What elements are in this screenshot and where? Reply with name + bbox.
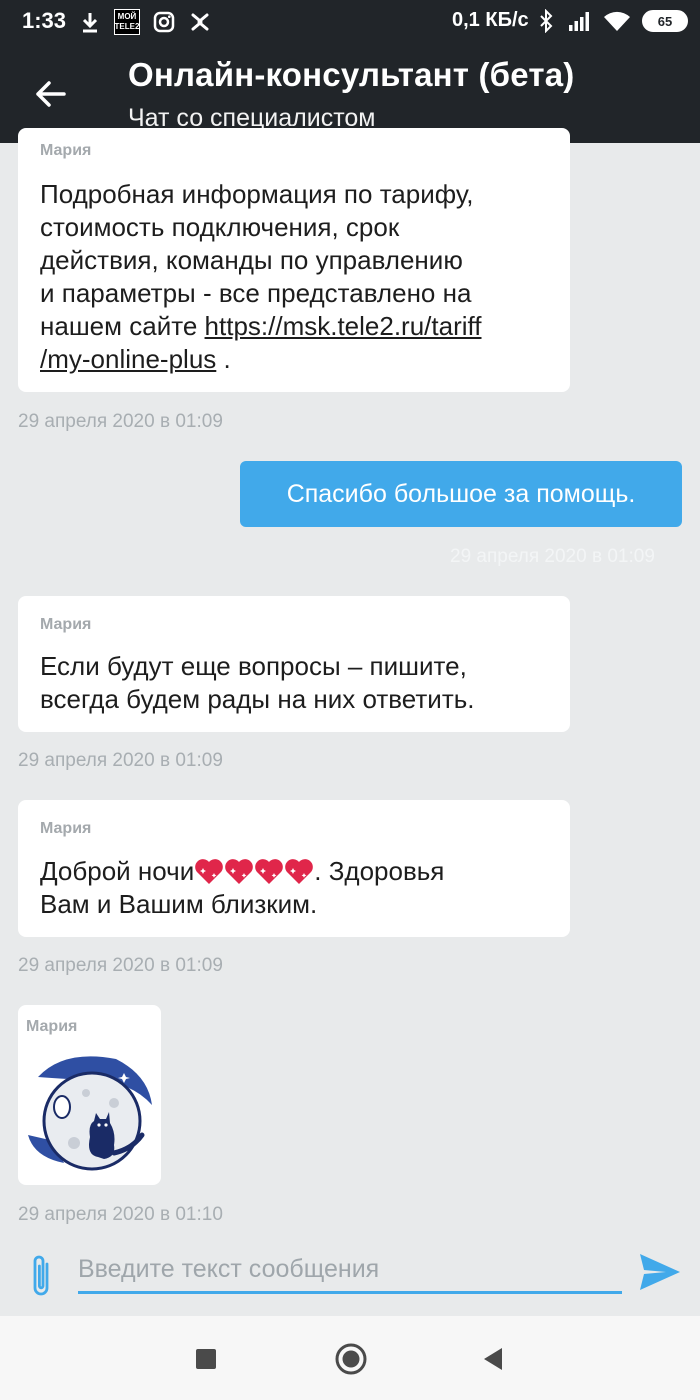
status-time: 1:33 bbox=[22, 8, 67, 33]
message-text: Доброй ночи . Здоровья Вам и Вашим близки… bbox=[40, 855, 552, 921]
send-icon[interactable] bbox=[638, 1252, 682, 1292]
top-bar: 1:33 МОЙ TELE2 0,1 КБ/с 65 Онлайн-консул… bbox=[0, 0, 700, 143]
bluetooth-icon bbox=[534, 9, 558, 33]
message-line: Вам и Вашим близким. bbox=[40, 889, 318, 919]
tariff-link[interactable]: https://msk.tele2.ru/tariff bbox=[205, 311, 482, 341]
status-bar: 1:33 МОЙ TELE2 0,1 КБ/с 65 bbox=[0, 0, 700, 44]
message-line: всегда будем рады на них ответить. bbox=[40, 684, 475, 714]
message-sender: Мария bbox=[26, 1018, 78, 1035]
home-button[interactable] bbox=[334, 1342, 368, 1376]
system-navigation-bar bbox=[0, 1316, 700, 1400]
message-timestamp: 29 апреля 2020 в 01:10 bbox=[18, 1204, 223, 1225]
wifi-icon bbox=[602, 9, 632, 33]
sparkling-heart-icon bbox=[225, 859, 254, 884]
app-shortcut-icon bbox=[188, 10, 212, 34]
message-timestamp: 29 апреля 2020 в 01:09 bbox=[18, 955, 223, 976]
message-text: Подробная информация по тарифу, стоимост… bbox=[40, 178, 552, 376]
message-line: /my-online-plus . bbox=[40, 343, 552, 376]
message-text-part: . Здоровья bbox=[314, 856, 445, 886]
recents-button[interactable] bbox=[195, 1348, 217, 1370]
sparkling-heart-icon bbox=[195, 859, 224, 884]
outgoing-message: Спасибо большое за помощь. bbox=[240, 461, 682, 527]
message-line: стоимость подключения, срок bbox=[40, 212, 400, 242]
instagram-icon bbox=[152, 10, 176, 34]
back-button[interactable] bbox=[30, 74, 70, 114]
message-input[interactable] bbox=[78, 1252, 622, 1294]
network-speed: 0,1 КБ/с bbox=[452, 9, 529, 31]
message-text: Если будут еще вопросы – пишите, всегда … bbox=[40, 650, 552, 716]
message-text-part: . bbox=[216, 344, 231, 374]
status-icons-right: 65 bbox=[534, 9, 688, 33]
cat-on-moon-sticker[interactable] bbox=[24, 1045, 158, 1177]
message-line: и параметры - все представлено на bbox=[40, 278, 472, 308]
message-sender: Мария bbox=[40, 142, 92, 159]
incoming-message: Мария Если будут еще вопросы – пишите, в… bbox=[18, 596, 570, 732]
message-sender: Мария bbox=[40, 820, 92, 837]
tele2-app-icon: МОЙ TELE2 bbox=[114, 9, 140, 35]
message-line: Если будут еще вопросы – пишите, bbox=[40, 651, 467, 681]
incoming-sticker-message: Мария bbox=[18, 1005, 161, 1185]
message-timestamp: 29 апреля 2020 в 01:09 bbox=[18, 411, 223, 432]
message-line: Подробная информация по тарифу, bbox=[40, 179, 474, 209]
message-sender: Мария bbox=[40, 616, 92, 633]
message-line: нашем сайте https://msk.tele2.ru/tariff bbox=[40, 310, 552, 343]
battery-indicator: 65 bbox=[642, 10, 688, 32]
arrow-left-icon bbox=[36, 81, 66, 107]
incoming-message: Мария Доброй ночи . Здоровья Вам и Вашим … bbox=[18, 800, 570, 937]
page-title: Онлайн-консультант (бета) bbox=[128, 56, 575, 93]
message-timestamp: 29 апреля 2020 в 01:09 bbox=[450, 546, 655, 567]
message-text-part: Доброй ночи bbox=[40, 856, 195, 886]
message-text-part: нашем сайте bbox=[40, 311, 205, 341]
download-icon bbox=[78, 10, 102, 34]
status-icons-left: МОЙ TELE2 bbox=[78, 9, 212, 35]
message-line: Доброй ночи . Здоровья bbox=[40, 855, 552, 888]
sparkling-heart-icon bbox=[285, 859, 314, 884]
message-composer bbox=[0, 1236, 700, 1316]
incoming-message: Мария Подробная информация по тарифу, ст… bbox=[18, 128, 570, 392]
message-timestamp: 29 апреля 2020 в 01:09 bbox=[18, 750, 223, 771]
sparkling-heart-icon bbox=[255, 859, 284, 884]
signal-icon bbox=[568, 9, 592, 33]
paperclip-icon[interactable] bbox=[24, 1251, 58, 1301]
back-nav-button[interactable] bbox=[482, 1346, 504, 1372]
message-line: действия, команды по управлению bbox=[40, 245, 463, 275]
tariff-link-continuation[interactable]: /my-online-plus bbox=[40, 344, 216, 374]
